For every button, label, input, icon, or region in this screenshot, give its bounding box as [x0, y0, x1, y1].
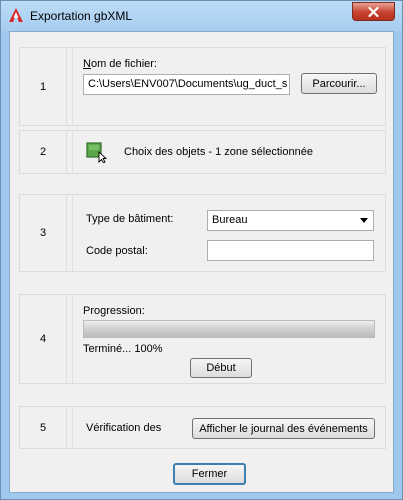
section-building: 3 Type de bâtiment: Bureau Code postal: — [19, 194, 386, 272]
show-event-log-button[interactable]: Afficher le journal des événements — [192, 418, 375, 439]
postal-code-label: Code postal: — [86, 245, 148, 257]
section-number: 1 — [20, 48, 67, 125]
dialog-body: 1 Nom de fichier: C:\Users\ENV007\Docume… — [9, 31, 394, 493]
progress-status-text: Terminé... 100% — [83, 343, 163, 355]
close-button[interactable]: Fermer — [173, 463, 246, 485]
select-objects-icon — [86, 142, 108, 164]
section-divider — [72, 48, 73, 125]
building-type-value: Bureau — [212, 214, 248, 226]
window-close-button[interactable] — [352, 2, 395, 21]
filename-label: Nom de fichier: — [83, 58, 157, 70]
section-divider — [72, 407, 73, 448]
section-number: 5 — [20, 407, 67, 448]
postal-code-input[interactable] — [207, 240, 374, 261]
progress-bar — [83, 320, 375, 338]
filename-input[interactable]: C:\Users\ENV007\Documents\ug_duct_s — [83, 74, 290, 95]
start-button[interactable]: Début — [190, 358, 252, 378]
section-number: 4 — [20, 295, 67, 383]
selection-status-text: Choix des objets - 1 zone sélectionnée — [124, 146, 313, 158]
title-bar[interactable]: Exportation gbXML — [1, 1, 402, 31]
section-filename: 1 Nom de fichier: C:\Users\ENV007\Docume… — [19, 47, 386, 126]
close-icon — [368, 6, 379, 17]
verification-label: Vérification des — [86, 422, 162, 434]
progress-bar-fill — [84, 321, 374, 337]
window-title: Exportation gbXML — [30, 9, 133, 23]
section-select-objects: 2 Choix des objets - 1 zone sélectionnée — [19, 130, 386, 174]
progress-label: Progression: — [83, 305, 145, 317]
building-type-select[interactable]: Bureau — [207, 210, 374, 231]
section-divider — [72, 295, 73, 383]
section-number: 3 — [20, 195, 67, 271]
autocad-a-icon — [9, 8, 23, 22]
browse-button[interactable]: Parcourir... — [301, 73, 377, 94]
section-progress: 4 Progression: Terminé... 100% Début — [19, 294, 386, 384]
section-number: 2 — [20, 131, 67, 173]
section-divider — [72, 131, 73, 173]
building-type-label: Type de bâtiment: — [86, 213, 174, 225]
gbxml-export-dialog: Exportation gbXML 1 Nom de fichier: C:\U… — [0, 0, 403, 500]
section-verification: 5 Vérification des Afficher le journal d… — [19, 406, 386, 449]
chevron-down-icon — [360, 218, 368, 223]
section-divider — [72, 195, 73, 271]
select-objects-button[interactable] — [86, 141, 108, 164]
